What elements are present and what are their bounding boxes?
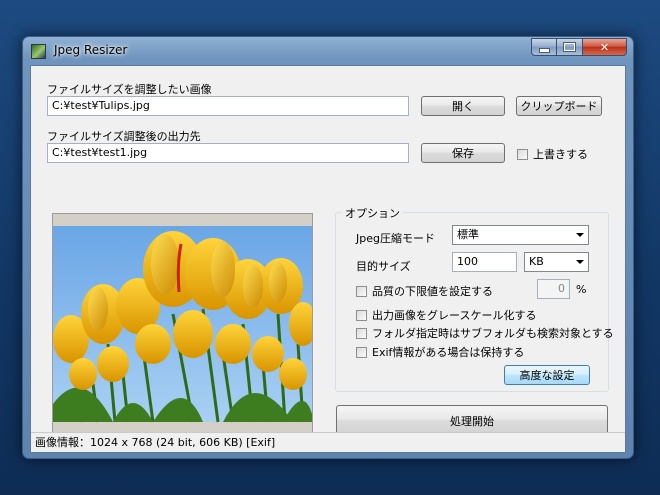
input-path-field[interactable]: C:¥test¥Tulips.jpg (47, 96, 409, 116)
options-group: オプション Jpeg圧縮モード 標準 目的サイズ 100 KB 品質の下限値を設… (335, 205, 614, 392)
quality-limit-label: 品質の下限値を設定する (372, 285, 493, 298)
image-preview-panel (52, 213, 313, 439)
close-icon: ✕ (599, 40, 610, 54)
size-unit-value: KB (529, 255, 544, 268)
subfolder-label: フォルダ指定時はサブフォルダも検索対象とする (372, 327, 614, 340)
title-bar[interactable]: Jpeg Resizer ✕ (23, 37, 633, 65)
quality-limit-checkbox[interactable]: 品質の下限値を設定する (356, 283, 493, 299)
compression-mode-label: Jpeg圧縮モード (356, 232, 435, 245)
grayscale-checkbox-box[interactable] (356, 309, 367, 321)
grayscale-checkbox[interactable]: 出力画像をグレースケール化する (356, 307, 536, 323)
close-button[interactable]: ✕ (583, 38, 627, 56)
exif-checkbox-box[interactable] (356, 346, 367, 358)
save-button[interactable]: 保存 (421, 143, 505, 163)
app-window: Jpeg Resizer ✕ ファイルサイズを調整したい画像 C:¥test¥T… (22, 36, 634, 459)
exif-checkbox[interactable]: Exif情報がある場合は保持する (356, 344, 524, 360)
app-icon (31, 44, 46, 59)
open-button[interactable]: 開く (421, 96, 505, 116)
options-legend: オプション (342, 205, 403, 221)
status-text: 画像情報：1024 x 768 (24 bit, 606 KB) [Exif] (35, 436, 276, 449)
caption-buttons: ✕ (531, 38, 627, 56)
quality-value-field[interactable]: 0 (537, 279, 570, 299)
minimize-icon (538, 47, 550, 53)
quality-limit-checkbox-box[interactable] (356, 285, 367, 297)
overwrite-label: 上書きする (533, 148, 588, 161)
status-bar: 画像情報：1024 x 768 (24 bit, 606 KB) [Exif] (31, 432, 625, 452)
exif-label: Exif情報がある場合は保持する (372, 346, 525, 359)
size-unit-select[interactable]: KB (524, 252, 589, 272)
chevron-down-icon (576, 233, 584, 237)
advanced-settings-button[interactable]: 高度な設定 (504, 365, 590, 385)
compression-mode-value: 標準 (457, 228, 479, 241)
subfolder-checkbox-box[interactable] (356, 327, 367, 339)
maximize-icon (564, 43, 575, 51)
grayscale-label: 出力画像をグレースケール化する (372, 309, 537, 322)
input-label: ファイルサイズを調整したい画像 (47, 83, 212, 96)
subfolder-checkbox[interactable]: フォルダ指定時はサブフォルダも検索対象とする (356, 325, 614, 341)
clipboard-button[interactable]: クリップボード (516, 96, 602, 116)
target-size-field[interactable]: 100 (452, 252, 517, 272)
target-size-label: 目的サイズ (356, 260, 411, 273)
compression-mode-select[interactable]: 標準 (452, 225, 589, 245)
overwrite-checkbox-box[interactable] (517, 148, 528, 160)
quality-unit-label: % (576, 283, 587, 296)
tulips-preview-image (53, 214, 312, 438)
overwrite-checkbox[interactable]: 上書きする (517, 146, 588, 162)
window-title: Jpeg Resizer (54, 43, 128, 57)
output-path-field[interactable]: C:¥test¥test1.jpg (47, 143, 409, 163)
output-label: ファイルサイズ調整後の出力先 (47, 130, 201, 143)
minimize-button[interactable] (531, 38, 557, 56)
client-area: ファイルサイズを調整したい画像 C:¥test¥Tulips.jpg 開く クリ… (30, 65, 626, 453)
chevron-down-icon (576, 260, 584, 264)
maximize-button[interactable] (557, 38, 583, 56)
